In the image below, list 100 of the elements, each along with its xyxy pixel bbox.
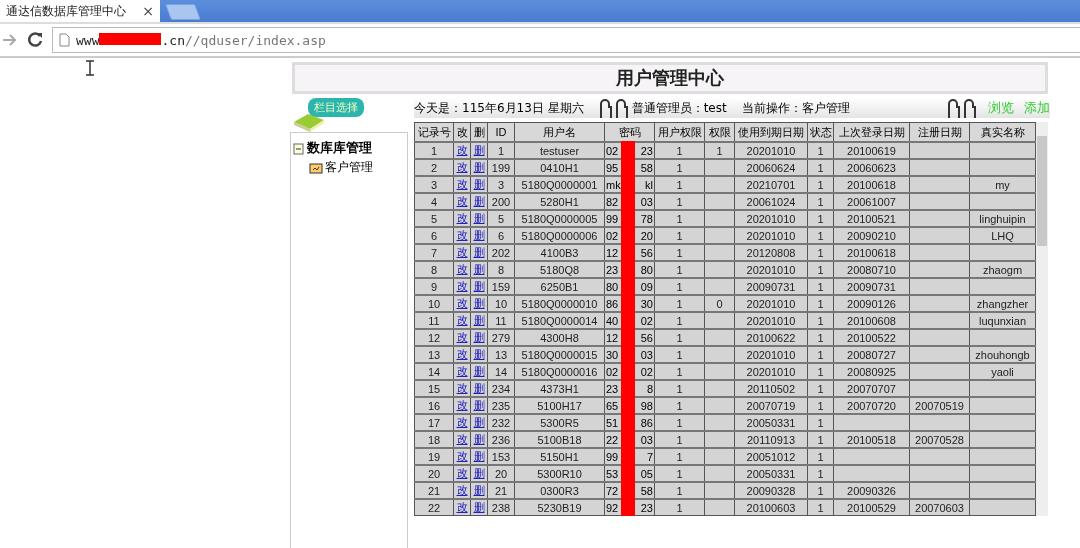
table-cell: 5180Q0000006 <box>514 227 605 244</box>
table-cell: 03 <box>640 433 653 446</box>
table-cell: 1 <box>807 244 834 261</box>
table-cell: 5300R10 <box>514 465 605 482</box>
table-cell: 95 <box>606 161 619 174</box>
table-cell: 1 <box>807 295 834 312</box>
table-cell: 51 <box>606 416 619 429</box>
new-tab-button[interactable] <box>165 4 201 20</box>
table-cell: 0410H1 <box>514 159 605 176</box>
table-cell: 20080710 <box>833 261 910 278</box>
table-cell: 235 <box>487 397 515 414</box>
table-cell: 20201010 <box>734 227 808 244</box>
table-cell: 1 <box>654 363 705 380</box>
table-cell: 80 <box>640 263 653 276</box>
table-cell: 20070720 <box>833 397 910 414</box>
table-cell: 8 <box>414 261 454 278</box>
table-cell: 5 <box>487 210 515 227</box>
table-cell: 20100518 <box>833 431 910 448</box>
table-cell: 10 <box>487 295 515 312</box>
table-cell: 03 <box>640 195 653 208</box>
column-header: 上次登录日期 <box>833 122 910 142</box>
table-cell: 1 <box>654 448 705 465</box>
table-cell: 20201010 <box>734 312 808 329</box>
table-cell: kl <box>645 178 653 191</box>
table-cell: 1 <box>654 261 705 278</box>
url-text: www <box>76 32 100 48</box>
tree-item[interactable]: 数库库管理 <box>307 139 372 157</box>
table-cell: 98 <box>640 399 653 412</box>
table-cell: 20100522 <box>833 329 910 346</box>
close-tab-button[interactable]: × <box>142 3 154 19</box>
table-cell: 279 <box>487 329 515 346</box>
table-cell: 09 <box>640 280 653 293</box>
scrollbar[interactable] <box>1036 122 1048 516</box>
forward-icon[interactable] <box>2 33 18 47</box>
table-cell: 8 <box>487 261 515 278</box>
table-cell: 202 <box>487 244 515 261</box>
table-cell: 20061007 <box>833 193 910 210</box>
table-cell: 17 <box>414 414 454 431</box>
table-cell: 1 <box>807 278 834 295</box>
table-cell: 10 <box>414 295 454 312</box>
table-cell: 65 <box>606 399 619 412</box>
table-cell: 4100B3 <box>514 244 605 261</box>
table-cell: 20080727 <box>833 346 910 363</box>
table-cell: 1 <box>654 295 705 312</box>
table-cell: 20201010 <box>734 210 808 227</box>
browser-tab[interactable]: 通达信数据库管理中心 × <box>0 0 160 22</box>
reload-icon[interactable] <box>26 31 44 49</box>
table-cell: 20090731 <box>833 278 910 295</box>
table-cell: 12 <box>606 246 619 259</box>
table-cell: 20090328 <box>734 482 808 499</box>
table-cell: 02 <box>606 229 619 242</box>
redaction-mark <box>99 32 162 45</box>
table-cell: 1 <box>807 465 834 482</box>
address-bar[interactable]: www .cn//qduser/index.asp <box>52 27 1080 53</box>
table-cell: 20201010 <box>734 261 808 278</box>
table-cell: 153 <box>487 448 515 465</box>
table-cell: 1 <box>807 363 834 380</box>
table-cell: 1 <box>807 448 834 465</box>
table-cell: 20110913 <box>734 431 808 448</box>
table-cell: 1 <box>654 431 705 448</box>
table-cell: 15 <box>414 380 454 397</box>
table-cell: 5280H1 <box>514 193 605 210</box>
clip-icon <box>613 98 630 118</box>
table-cell: 1 <box>807 499 834 516</box>
table-cell: 12 <box>414 329 454 346</box>
table-cell: 6250B1 <box>514 278 605 295</box>
column-header: 密码 <box>604 122 655 142</box>
table-cell: 20100618 <box>833 244 910 261</box>
table-cell: 02 <box>606 365 619 378</box>
table-cell: 6 <box>487 227 515 244</box>
table-cell: 20 <box>640 229 653 242</box>
table-cell: 5100H17 <box>514 397 605 414</box>
page-title: 用户管理中心 <box>292 62 1048 94</box>
column-header: 注册日期 <box>909 122 970 142</box>
table-cell: 5180Q0000001 <box>514 176 605 193</box>
table-cell: 1 <box>807 329 834 346</box>
column-header: 使用到期日期 <box>734 122 808 142</box>
table-cell: 7 <box>414 244 454 261</box>
text-cursor-icon <box>85 60 95 76</box>
table-cell: 20100622 <box>734 329 808 346</box>
table-cell: 1 <box>807 159 834 176</box>
table-cell: 20090126 <box>833 295 910 312</box>
table-cell: 20201010 <box>734 363 808 380</box>
table-cell: 20070707 <box>833 380 910 397</box>
table-cell: 13 <box>487 346 515 363</box>
table-cell: 20080925 <box>833 363 910 380</box>
table-cell: 1 <box>807 312 834 329</box>
table-cell: 5150H1 <box>514 448 605 465</box>
table-cell: 86 <box>640 416 653 429</box>
table-cell: 236 <box>487 431 515 448</box>
clip-icon <box>597 98 614 118</box>
table-cell: 1 <box>654 227 705 244</box>
table-cell: 5180Q0000015 <box>514 346 605 363</box>
table-cell: 02 <box>640 314 653 327</box>
table-cell: 20100608 <box>833 312 910 329</box>
table-cell: 20201010 <box>734 295 808 312</box>
table-cell: 19 <box>414 448 454 465</box>
table-cell: 23 <box>640 501 653 514</box>
page-icon <box>59 33 70 47</box>
tree-item[interactable]: 客户管理 <box>325 159 373 176</box>
